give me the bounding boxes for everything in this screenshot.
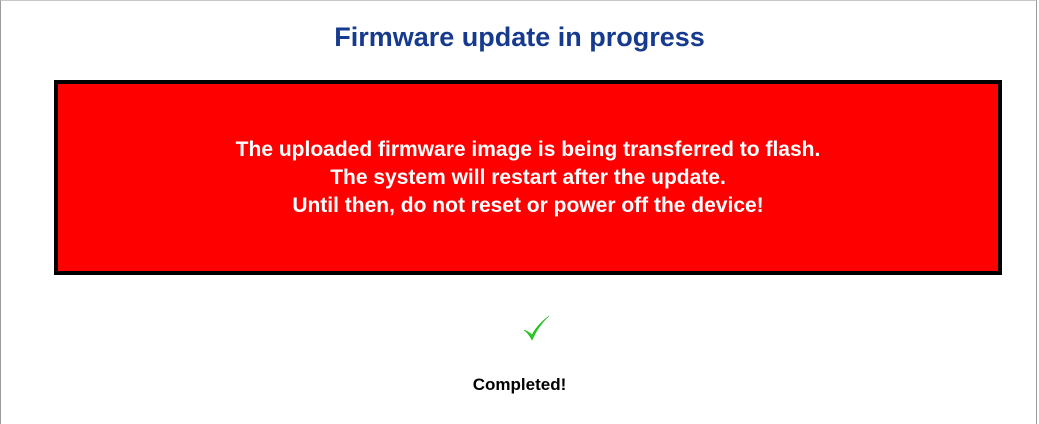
- warning-box: The uploaded firmware image is being tra…: [54, 80, 1002, 275]
- checkmark-icon: [523, 315, 550, 341]
- page-title: Firmware update in progress: [334, 22, 705, 52]
- warning-line-1: The uploaded firmware image is being tra…: [235, 137, 821, 161]
- page-frame: Firmware update in progress The uploaded…: [0, 0, 1037, 424]
- warning-line-2: The system will restart after the update…: [330, 165, 726, 189]
- status-completed-text: Completed!: [472, 375, 567, 394]
- warning-line-3: Until then, do not reset or power off th…: [292, 193, 764, 217]
